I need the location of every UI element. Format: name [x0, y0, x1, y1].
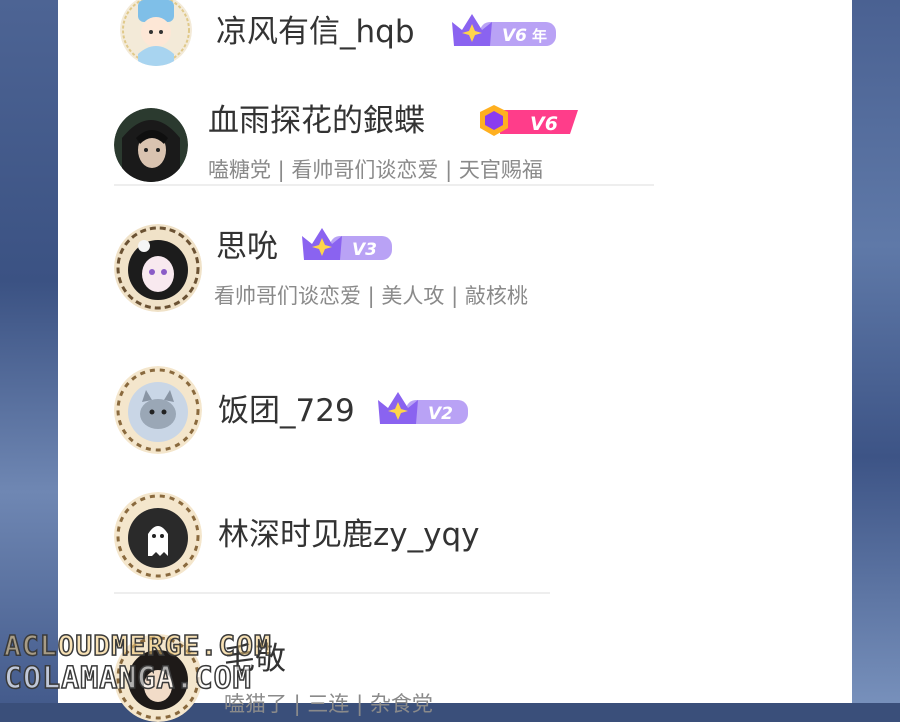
- avatar[interactable]: [114, 224, 202, 312]
- divider: [114, 592, 550, 594]
- username[interactable]: 凉风有信_hqb: [216, 17, 415, 48]
- username[interactable]: 思吮: [216, 232, 278, 263]
- vip-level: V6: [530, 113, 558, 135]
- vip-badge: V2: [376, 388, 470, 434]
- watermark-line1: ACLOUDMERGE.COM: [3, 629, 272, 662]
- avatar[interactable]: [114, 492, 202, 580]
- ghost-avatar-icon: [114, 492, 202, 580]
- crown-icon: V2: [378, 392, 468, 424]
- vip-badge: V6: [478, 104, 580, 144]
- vip-badge: V3: [300, 224, 394, 270]
- list-item[interactable]: 林深时见鹿zy_yqy: [58, 490, 852, 600]
- vip-level: V2: [428, 404, 453, 424]
- vip-suffix: 年: [532, 27, 547, 45]
- anime-girl-avatar-icon: [114, 224, 202, 312]
- crown-icon: V6 年: [452, 14, 556, 46]
- blue-hat-avatar-icon: [120, 0, 192, 66]
- watermark-line2: COLAMANGA.COM: [3, 661, 252, 696]
- dark-hair-avatar-icon: [114, 108, 188, 182]
- list-item[interactable]: 血雨探花的銀蝶 V6 嗑糖党 | 看帅哥们谈恋爱 | 天官赐福: [58, 96, 852, 196]
- username[interactable]: 林深时见鹿zy_yqy: [218, 520, 480, 551]
- list-item[interactable]: 饭团_729 V2: [58, 364, 852, 464]
- cat-avatar-icon: [114, 366, 202, 454]
- avatar[interactable]: [120, 0, 192, 66]
- avatar[interactable]: [114, 366, 202, 454]
- hexagon-icon: V6: [480, 105, 578, 136]
- username[interactable]: 血雨探花的銀蝶: [208, 106, 425, 137]
- divider: [114, 184, 654, 186]
- vip-level: V3: [352, 240, 377, 260]
- crown-icon: V3: [302, 228, 392, 260]
- username[interactable]: 饭团_729: [218, 396, 355, 427]
- list-item[interactable]: 凉风有信_hqb V6 年: [58, 0, 852, 72]
- user-list-panel[interactable]: 凉风有信_hqb V6 年 血雨探花的銀蝶 V6 嗑糖党 | 看帅哥们谈恋爱 |…: [58, 0, 852, 722]
- user-tags: 看帅哥们谈恋爱 | 美人攻 | 敲核桃: [214, 284, 528, 308]
- user-tags: 嗑猫了 | 三连 | 杂食党: [224, 692, 433, 716]
- list-item[interactable]: 思吮 V3 看帅哥们谈恋爱 | 美人攻 | 敲核桃: [58, 220, 852, 320]
- vip-badge: V6 年: [450, 10, 558, 56]
- vip-level: V6: [502, 26, 527, 46]
- background-right: [850, 0, 900, 703]
- avatar[interactable]: [114, 108, 188, 182]
- background-left: [0, 0, 60, 703]
- user-tags: 嗑糖党 | 看帅哥们谈恋爱 | 天官赐福: [208, 158, 543, 182]
